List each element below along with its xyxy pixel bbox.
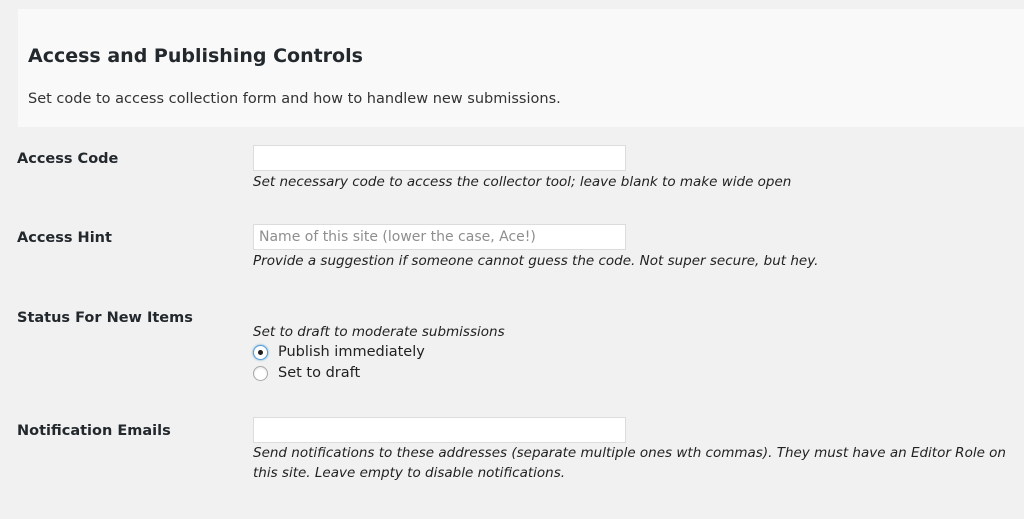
access-code-help: Set necessary code to access the collect… — [253, 174, 792, 190]
radio-publish-label: Publish immediately — [278, 344, 425, 360]
access-hint-label: Access Hint — [17, 230, 112, 246]
notification-emails-help-line2: this site. Leave empty to disable notifi… — [253, 465, 566, 481]
notification-emails-input[interactable] — [253, 417, 626, 443]
access-code-label: Access Code — [17, 151, 119, 167]
section-title: Access and Publishing Controls — [28, 45, 363, 67]
section-description: Set code to access collection form and h… — [28, 91, 561, 107]
section-header: Access and Publishing Controls Set code … — [18, 9, 1024, 127]
access-hint-input[interactable] — [253, 224, 626, 250]
radio-draft-label: Set to draft — [278, 365, 361, 381]
status-label: Status For New Items — [17, 310, 193, 326]
radio-publish-immediately[interactable] — [253, 344, 268, 360]
notification-emails-help-line1: Send notifications to these addresses (s… — [253, 445, 1006, 461]
access-hint-help: Provide a suggestion if someone cannot g… — [253, 253, 819, 269]
access-code-input[interactable] — [253, 145, 626, 171]
radio-set-to-draft[interactable] — [253, 365, 268, 381]
radio-option-publish[interactable]: Publish immediately — [253, 342, 425, 362]
radio-option-draft[interactable]: Set to draft — [253, 363, 360, 383]
notification-emails-label: Notification Emails — [17, 423, 171, 439]
status-help: Set to draft to moderate submissions — [253, 324, 505, 340]
